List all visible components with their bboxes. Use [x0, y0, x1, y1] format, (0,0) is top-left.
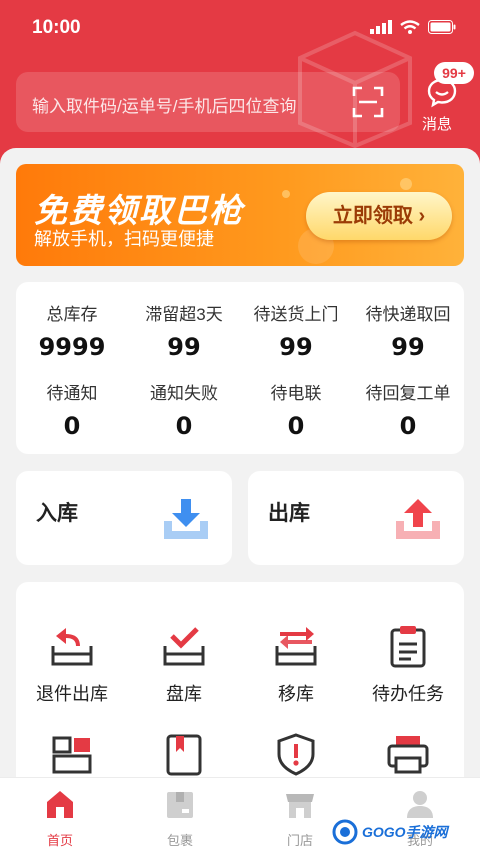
battery-icon [428, 20, 456, 34]
wifi-icon [400, 20, 420, 34]
stat-pending-ticket-reply[interactable]: 待回复工单 0 [352, 379, 464, 440]
outbound-label: 出库 [268, 502, 310, 525]
status-time: 10:00 [32, 17, 81, 38]
stat-label: 待送货上门 [253, 305, 339, 324]
home-icon [47, 791, 73, 818]
stat-pending-delivery[interactable]: 待送货上门 99 [240, 300, 352, 361]
inventory-check-icon [163, 627, 205, 666]
gogo-logo-icon [332, 819, 358, 845]
watermark-text: GOGO手游网 [362, 824, 448, 840]
stat-value: 9999 [38, 333, 106, 361]
grid-item-transfer[interactable]: 移库 [240, 624, 352, 706]
stat-pending-courier-pickup[interactable]: 待快递取回 99 [352, 300, 464, 361]
grid-label: 盘库 [166, 684, 202, 704]
grid-label: 退件出库 [36, 684, 108, 704]
stat-overdue-3-days[interactable]: 滞留超3天 99 [128, 300, 240, 361]
grid-item-return-outbound[interactable]: 退件出库 [16, 624, 128, 706]
status-bar: 10:00 [0, 0, 480, 54]
outbound-tray-icon [396, 499, 440, 539]
clipboard-icon [390, 626, 426, 668]
tab-label: 首页 [46, 833, 73, 848]
tab-packages[interactable]: 包裹 [120, 788, 240, 849]
user-icon [407, 791, 433, 818]
banner-subtitle: 解放手机，扫码更便捷 [34, 229, 214, 249]
stat-total-inventory[interactable]: 总库存 9999 [16, 300, 128, 361]
signal-icon [370, 20, 392, 34]
search-placeholder: 输入取件码/运单号/手机后四位查询 [32, 97, 297, 116]
outbound-card[interactable]: 出库 [248, 471, 464, 565]
printer-icon [387, 736, 429, 774]
inbound-tray-icon [164, 499, 208, 539]
stat-label: 待通知 [46, 384, 98, 403]
stat-pending-notify[interactable]: 待通知 0 [16, 379, 128, 440]
claim-now-button[interactable]: 立即领取 › [306, 192, 452, 240]
boxes-icon [52, 736, 92, 774]
stat-label: 待电联 [270, 384, 322, 403]
stat-value: 99 [391, 333, 425, 361]
store-icon [286, 794, 314, 818]
stat-label: 待回复工单 [365, 384, 451, 403]
search-input[interactable]: 输入取件码/运单号/手机后四位查询 [16, 72, 400, 132]
stat-label: 待快递取回 [365, 305, 451, 324]
grid-item-todo-tasks[interactable]: 待办任务 [352, 624, 464, 706]
grid-label: 待办任务 [372, 684, 444, 704]
package-icon [167, 792, 193, 818]
stat-value: 0 [175, 412, 193, 440]
stat-label: 总库存 [46, 305, 98, 324]
stat-pending-call[interactable]: 待电联 0 [240, 379, 352, 440]
grid-item-inventory-check[interactable]: 盘库 [128, 624, 240, 706]
stat-value: 0 [399, 412, 417, 440]
tab-label: 包裹 [166, 833, 193, 848]
shield-alert-icon [277, 733, 315, 776]
site-watermark: GOGO手游网 [332, 818, 448, 846]
stats-panel: 总库存 9999 滞留超3天 99 待送货上门 99 待快递取回 99 待通知 … [16, 282, 464, 454]
stat-value: 99 [167, 333, 201, 361]
promo-banner[interactable]: 免费领取巴枪 解放手机，扫码更便捷 立即领取 › [16, 164, 464, 266]
message-label: 消息 [422, 116, 453, 133]
stat-label: 通知失败 [150, 384, 218, 403]
stat-label: 滞留超3天 [145, 305, 223, 324]
transfer-icon [275, 627, 317, 666]
tab-home[interactable]: 首页 [0, 788, 120, 849]
message-badge: 99+ [434, 62, 474, 84]
grid-label: 移库 [278, 684, 314, 704]
stat-value: 0 [287, 412, 305, 440]
scan-icon[interactable] [352, 86, 384, 118]
inbound-label: 入库 [36, 502, 78, 525]
stat-notify-failed[interactable]: 通知失败 0 [128, 379, 240, 440]
inbound-card[interactable]: 入库 [16, 471, 232, 565]
stat-value: 0 [63, 412, 81, 440]
book-icon [166, 734, 202, 776]
message-button[interactable]: 99+ 消息 [418, 62, 474, 134]
stat-value: 99 [279, 333, 313, 361]
return-out-icon [51, 628, 93, 666]
